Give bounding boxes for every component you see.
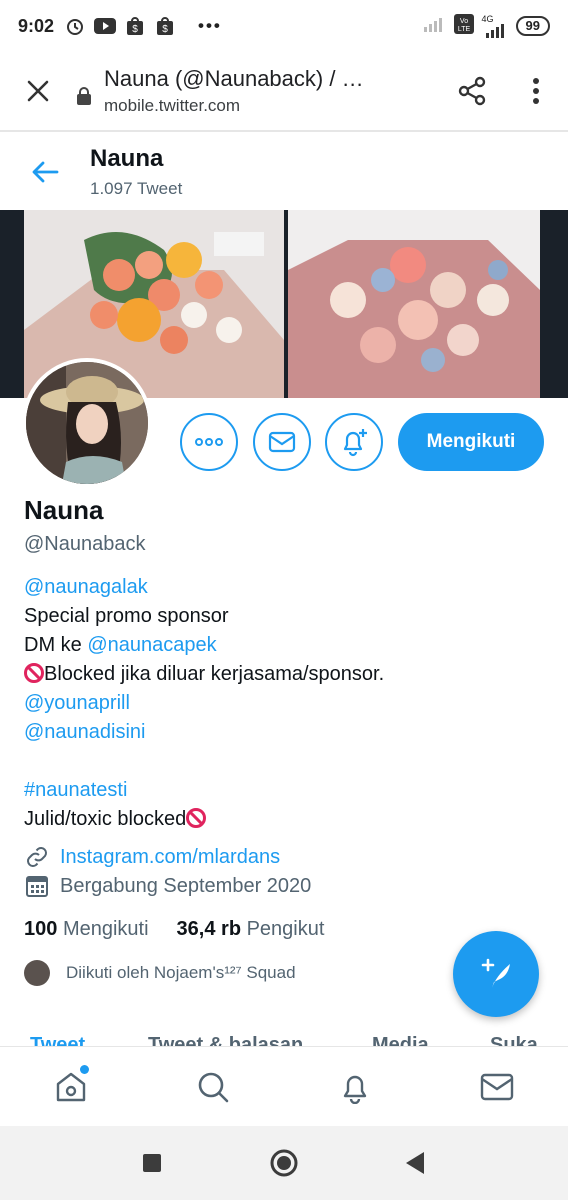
system-navigation-bar bbox=[0, 1126, 568, 1200]
share-button[interactable] bbox=[440, 51, 504, 131]
more-notifications: ••• bbox=[198, 16, 222, 35]
shop-icon: $ bbox=[124, 16, 146, 36]
tweet-count: 1.097 Tweet bbox=[90, 179, 183, 198]
svg-text:LTE: LTE bbox=[457, 26, 470, 33]
svg-text:Vo: Vo bbox=[459, 18, 467, 25]
browser-menu-button[interactable] bbox=[504, 51, 568, 131]
more-horizontal-icon bbox=[195, 438, 223, 446]
banner-bouquet-image-right bbox=[288, 210, 540, 398]
followers-link[interactable]: 36,4 rb Pengikut bbox=[177, 918, 325, 941]
arrow-left-icon bbox=[32, 161, 59, 183]
back-button[interactable] bbox=[0, 134, 90, 210]
bottom-navigation bbox=[0, 1046, 568, 1126]
follow-stats: 100 Mengikuti 36,4 rb Pengikut bbox=[24, 918, 324, 941]
home-icon bbox=[56, 1072, 86, 1101]
nav-notifications[interactable] bbox=[325, 1057, 385, 1117]
website-row: Instagram.com/mlardans bbox=[24, 845, 280, 869]
message-button[interactable] bbox=[253, 413, 311, 471]
tab-likes[interactable]: Suka bbox=[490, 1030, 538, 1046]
back-system-button[interactable] bbox=[396, 1143, 436, 1183]
network-type: 4G bbox=[481, 13, 494, 24]
recent-apps-button[interactable] bbox=[132, 1143, 172, 1183]
close-icon bbox=[27, 80, 49, 102]
nav-home[interactable] bbox=[41, 1057, 101, 1117]
envelope-icon bbox=[268, 431, 296, 453]
shop-icon-2: $ bbox=[154, 16, 176, 36]
signal-icon bbox=[423, 16, 446, 37]
bio-line-promo: Special promo sponsor bbox=[24, 605, 229, 627]
profile-avatar[interactable] bbox=[22, 358, 152, 488]
header-name: Nauna bbox=[90, 145, 164, 172]
youtube-icon bbox=[94, 16, 117, 36]
bio-mention-naunagalak[interactable]: @naunagalak bbox=[24, 576, 148, 598]
profile-bio: @naunagalak Special promo sponsor DM ke … bbox=[24, 573, 554, 834]
followed-by-row[interactable]: Diikuti oleh Nojaem's¹²⁷ Squad bbox=[24, 960, 296, 986]
bio-spacer bbox=[24, 747, 554, 776]
tab-media[interactable]: Media bbox=[372, 1030, 429, 1046]
tab-tweet-replies[interactable]: Tweet & balasan bbox=[148, 1030, 303, 1046]
followers-count: 36,4 rb bbox=[176, 918, 242, 940]
search-icon bbox=[198, 1072, 229, 1102]
joined-row: Bergabung September 2020 bbox=[24, 874, 311, 898]
profile-handle: @Naunaback bbox=[24, 533, 146, 555]
share-icon bbox=[458, 76, 486, 106]
bio-line-dm: DM ke @naunacapek bbox=[24, 631, 554, 660]
bio-line-toxic: Julid/toxic blocked bbox=[24, 805, 554, 834]
tab-tweet[interactable]: Tweet bbox=[30, 1030, 85, 1046]
nav-messages[interactable] bbox=[467, 1057, 527, 1117]
more-vertical-icon bbox=[533, 78, 539, 104]
joined-date: Bergabung September 2020 bbox=[60, 874, 312, 897]
following-label: Mengikuti bbox=[62, 918, 149, 940]
svg-text:$: $ bbox=[162, 24, 168, 35]
signal-4g-icon: 4G bbox=[481, 13, 508, 38]
address-block[interactable]: Nauna (@Naunaback) / … mobile.twitter.co… bbox=[104, 66, 440, 116]
bio-line-blocked: Blocked jika diluar kerjasama/sponsor. bbox=[24, 660, 554, 689]
alarm-icon bbox=[64, 16, 86, 36]
page-title: Nauna (@Naunaback) / … bbox=[104, 66, 364, 91]
home-system-button[interactable] bbox=[264, 1143, 304, 1183]
volte-icon: Vo LTE bbox=[453, 13, 474, 39]
profile-tabs: Tweet Tweet & balasan Media Suka bbox=[0, 1030, 568, 1046]
more-options-button[interactable] bbox=[180, 413, 238, 471]
no-entry-icon bbox=[24, 663, 44, 683]
lock-icon bbox=[76, 86, 94, 110]
svg-text:$: $ bbox=[132, 24, 138, 35]
following-link[interactable]: 100 Mengikuti bbox=[24, 918, 149, 941]
bio-mention-naunacapek[interactable]: @naunacapek bbox=[87, 634, 216, 656]
bio-mention-naunadisini[interactable]: @naunadisini bbox=[24, 721, 146, 743]
no-entry-icon-2 bbox=[186, 808, 207, 828]
profile-name: Nauna bbox=[24, 495, 104, 525]
status-time: 9:02 bbox=[18, 15, 55, 36]
status-bar: 9:02 $ $ ••• Vo LTE 4G 99 bbox=[0, 0, 568, 52]
following-button[interactable]: Mengikuti bbox=[398, 413, 544, 471]
close-tab-button[interactable] bbox=[0, 51, 76, 131]
followers-label: Pengikut bbox=[246, 918, 325, 940]
compose-feather-icon bbox=[481, 958, 510, 988]
bio-mention-younaprill[interactable]: @younaprill bbox=[24, 692, 130, 714]
follower-avatar bbox=[24, 960, 50, 986]
triangle-back-icon bbox=[406, 1152, 424, 1174]
envelope-icon bbox=[480, 1073, 514, 1100]
nav-search[interactable] bbox=[183, 1057, 243, 1117]
profile-header: Nauna 1.097 Tweet bbox=[0, 134, 568, 210]
bio-dm-prefix: DM ke bbox=[24, 634, 88, 656]
bell-plus-icon bbox=[343, 429, 367, 457]
bell-icon bbox=[343, 1075, 367, 1104]
home-unread-dot bbox=[80, 1064, 89, 1074]
square-icon bbox=[143, 1154, 161, 1172]
page-url: mobile.twitter.com bbox=[104, 96, 241, 115]
calendar-icon bbox=[24, 874, 50, 898]
notify-button[interactable] bbox=[325, 413, 383, 471]
bio-toxic-text: Julid/toxic blocked bbox=[24, 808, 187, 830]
browser-toolbar: Nauna (@Naunaback) / … mobile.twitter.co… bbox=[0, 52, 568, 132]
followed-by-text: Diikuti oleh Nojaem's¹²⁷ Squad bbox=[66, 963, 296, 982]
circle-icon bbox=[270, 1149, 298, 1177]
battery-level: 99 bbox=[515, 16, 550, 36]
bio-hashtag-naunatesti[interactable]: #naunatesti bbox=[24, 779, 127, 801]
compose-tweet-button[interactable] bbox=[453, 931, 539, 1017]
bio-blocked-text: Blocked jika diluar kerjasama/sponsor. bbox=[44, 663, 385, 685]
website-link[interactable]: Instagram.com/mlardans bbox=[60, 846, 280, 869]
following-count: 100 bbox=[24, 918, 58, 940]
link-icon bbox=[24, 845, 50, 869]
